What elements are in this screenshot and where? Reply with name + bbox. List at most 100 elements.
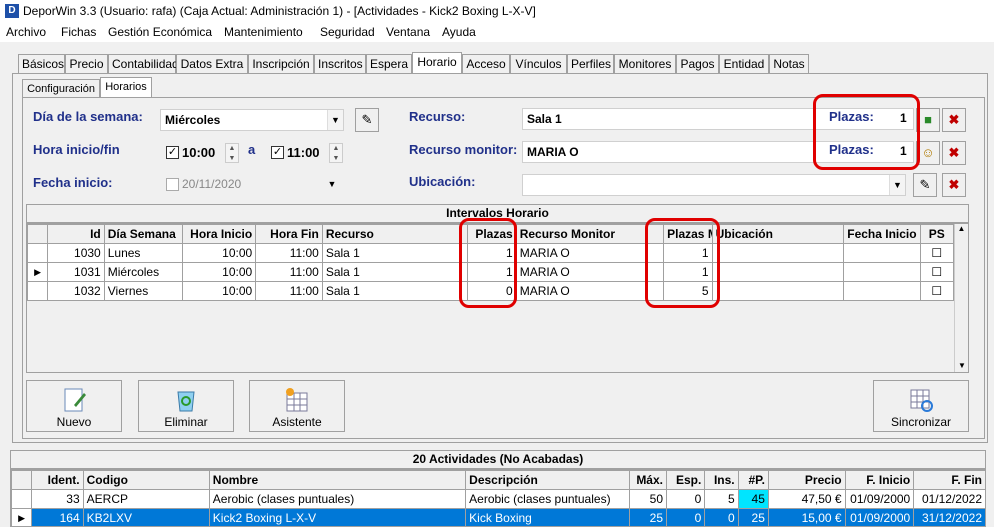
edit-dia-icon[interactable]: ✎ xyxy=(355,108,379,132)
wizard-grid-icon xyxy=(286,388,308,412)
menu-ayuda[interactable]: Ayuda xyxy=(442,25,476,39)
hora-inicio-field[interactable]: 10:00 xyxy=(182,145,215,160)
cell-descripcion: Kick Boxing xyxy=(465,508,630,526)
cell-f-fin: 01/12/2022 xyxy=(913,489,985,509)
ps-checkbox[interactable]: ☐ xyxy=(919,281,955,301)
col-codigo[interactable]: Codigo xyxy=(82,470,210,490)
recurso-value: Sala 1 xyxy=(527,112,562,126)
chevron-down-icon[interactable]: ▼ xyxy=(889,175,905,195)
cell-recurso: Sala 1 xyxy=(321,281,469,301)
tab-pagos[interactable]: Pagos xyxy=(676,54,719,74)
tab-monitores[interactable]: Monitores xyxy=(614,54,676,74)
col-descripcion[interactable]: Descripción xyxy=(465,470,630,490)
col-esp[interactable]: Esp. xyxy=(665,470,706,490)
hora-fin-field[interactable]: 11:00 xyxy=(287,145,320,160)
clear-monitor-icon[interactable]: ✖ xyxy=(942,141,966,165)
tab-horarios[interactable]: Horarios xyxy=(100,77,152,98)
col-num-p[interactable]: #P. xyxy=(737,470,769,490)
hora-fin-checkbox[interactable]: ✓ xyxy=(271,146,284,159)
col-f-fin[interactable]: F. Fin xyxy=(913,470,985,490)
col-f-inicio[interactable]: F. Inicio xyxy=(844,470,915,490)
col-ident[interactable]: Ident. xyxy=(31,470,84,490)
col-recurso[interactable]: Recurso xyxy=(321,224,469,244)
eliminar-label: Eliminar xyxy=(164,415,208,429)
nuevo-label: Nuevo xyxy=(56,415,92,429)
tab-acceso[interactable]: Acceso xyxy=(462,54,510,74)
col-nombre[interactable]: Nombre xyxy=(208,470,467,490)
tab-vinculos[interactable]: Vínculos xyxy=(510,54,567,74)
sincronizar-button[interactable]: Sincronizar xyxy=(873,380,969,432)
row-indicator-header xyxy=(26,224,49,244)
cell-nombre: Kick2 Boxing L-X-V xyxy=(208,508,467,526)
cell-num-p: 45 xyxy=(737,489,769,509)
eliminar-button[interactable]: Eliminar xyxy=(138,380,234,432)
col-ps[interactable]: PS xyxy=(919,224,955,244)
cell-recurso-monitor: MARIA O xyxy=(515,262,665,282)
tab-espera[interactable]: Espera xyxy=(366,54,412,74)
col-id[interactable]: Id xyxy=(47,224,105,244)
table-row[interactable]: 33 AERCP Aerobic (clases puntuales) Aero… xyxy=(11,489,985,509)
chevron-down-icon[interactable]: ▼ xyxy=(327,110,343,130)
menu-archivo[interactable]: Archivo xyxy=(6,25,46,39)
clear-recurso-icon[interactable]: ✖ xyxy=(942,108,966,132)
app-icon: D xyxy=(5,4,19,18)
cell-recurso-monitor: MARIA O xyxy=(515,243,665,263)
dia-semana-select[interactable]: Miércoles ▼ xyxy=(160,109,344,131)
ps-checkbox[interactable]: ☐ xyxy=(919,262,955,282)
col-recurso-monitor[interactable]: Recurso Monitor xyxy=(515,224,665,244)
calendar-dropdown-icon[interactable]: ▼ xyxy=(324,174,340,194)
col-hora-inicio[interactable]: Hora Inicio xyxy=(182,224,257,244)
col-fecha-inicio[interactable]: Fecha Inicio xyxy=(842,224,921,244)
row-indicator xyxy=(11,489,33,509)
ps-checkbox[interactable]: ☐ xyxy=(919,243,955,263)
menu-gestion-economica[interactable]: Gestión Económica xyxy=(108,25,212,39)
col-precio[interactable]: Precio xyxy=(767,470,846,490)
recycle-bin-icon xyxy=(177,391,195,412)
cell-ubicacion xyxy=(711,262,844,282)
tab-configuracion[interactable]: Configuración xyxy=(22,79,100,98)
tab-horario[interactable]: Horario xyxy=(412,52,462,74)
menu-seguridad[interactable]: Seguridad xyxy=(320,25,375,39)
fecha-inicio-checkbox[interactable] xyxy=(166,178,179,191)
tab-inscritos[interactable]: Inscritos xyxy=(314,54,366,74)
cell-descripcion: Aerobic (clases puntuales) xyxy=(465,489,630,509)
table-row-selected[interactable]: ▶ 164 KB2LXV Kick2 Boxing L-X-V Kick Box… xyxy=(11,508,985,526)
edit-ubicacion-icon[interactable]: ✎ xyxy=(913,173,937,197)
hora-fin-spinner[interactable]: ▲ ▼ xyxy=(329,143,343,163)
scroll-up-icon[interactable]: ▲ xyxy=(955,224,968,233)
scroll-down-icon[interactable]: ▼ xyxy=(955,361,969,370)
cell-ubicacion xyxy=(711,281,844,301)
cell-recurso-monitor: MARIA O xyxy=(515,281,665,301)
cell-dia: Lunes xyxy=(103,243,184,263)
menu-mantenimiento[interactable]: Mantenimiento xyxy=(224,25,303,39)
col-ins[interactable]: Ins. xyxy=(704,470,739,490)
tab-contabilidad[interactable]: Contabilidad xyxy=(108,54,179,74)
col-ubicacion[interactable]: Ubicación xyxy=(711,224,844,244)
tab-entidad[interactable]: Entidad xyxy=(719,54,769,74)
tab-precio[interactable]: Precio xyxy=(65,54,108,74)
tab-perfiles[interactable]: Perfiles xyxy=(567,54,614,74)
col-dia-semana[interactable]: Día Semana xyxy=(103,224,184,244)
ubicacion-select[interactable]: ▼ xyxy=(522,174,906,196)
hora-inicio-checkbox[interactable]: ✓ xyxy=(166,146,179,159)
hora-inicio-spinner[interactable]: ▲ ▼ xyxy=(225,143,239,163)
asistente-button[interactable]: Asistente xyxy=(249,380,345,432)
new-document-icon xyxy=(64,388,86,412)
menu-ventana[interactable]: Ventana xyxy=(386,25,430,39)
tab-inscripcion[interactable]: Inscripción xyxy=(248,54,314,74)
vertical-scrollbar[interactable]: ▲ ▼ xyxy=(954,224,968,372)
nuevo-button[interactable]: Nuevo xyxy=(26,380,122,432)
col-max[interactable]: Máx. xyxy=(628,470,668,490)
window-title: DeporWin 3.3 (Usuario: rafa) (Caja Actua… xyxy=(23,4,536,18)
tab-basicos[interactable]: Básicos xyxy=(18,54,65,74)
fecha-inicio-label: Fecha inicio: xyxy=(33,175,113,190)
fecha-inicio-field[interactable]: 20/11/2020 xyxy=(182,177,241,191)
col-hora-fin[interactable]: Hora Fin xyxy=(255,224,323,244)
clear-ubicacion-icon[interactable]: ✖ xyxy=(942,173,966,197)
cell-fecha-inicio xyxy=(842,243,921,263)
row-indicator-header xyxy=(11,470,33,490)
tab-notas[interactable]: Notas xyxy=(769,54,809,74)
tab-datos-extra[interactable]: Datos Extra xyxy=(176,54,248,74)
menu-fichas[interactable]: Fichas xyxy=(61,25,96,39)
cell-precio: 15,00 € xyxy=(767,508,846,526)
